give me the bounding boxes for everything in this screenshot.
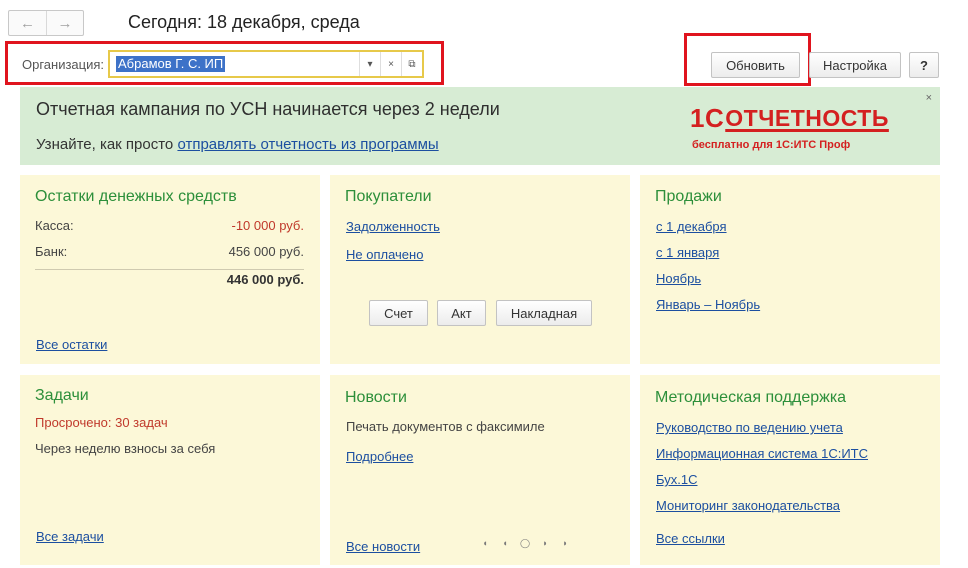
brand-subtitle: бесплатно для 1С:ИТС Проф <box>692 139 851 151</box>
pager-dot-icon[interactable]: ◗ <box>561 538 569 548</box>
support-link-buh[interactable]: Бух.1С <box>656 472 697 487</box>
bank-amount: 456 000 руб. <box>228 244 304 259</box>
panel-title: Остатки денежных средств <box>35 188 237 205</box>
news-item: Печать документов с факсимиле <box>346 419 545 434</box>
panel-support: Методическая поддержка Руководство по ве… <box>640 375 940 565</box>
brand-1c-mark: 1С <box>690 103 725 133</box>
banner-text-prefix: Узнайте, как просто <box>36 136 178 153</box>
pager-dot-current-icon[interactable]: ◯ <box>520 538 530 548</box>
debt-link[interactable]: Задолженность <box>346 219 440 234</box>
sales-link-nov[interactable]: Ноябрь <box>656 271 701 286</box>
all-links-link[interactable]: Все ссылки <box>656 531 725 546</box>
cash-label: Касса: <box>35 218 74 233</box>
organization-value: Абрамов Г. С. ИП <box>116 56 226 72</box>
sales-link-dec[interactable]: с 1 декабря <box>656 219 727 234</box>
organization-input[interactable]: Абрамов Г. С. ИП <box>110 52 359 76</box>
invoice-button[interactable]: Счет <box>369 300 428 326</box>
brand-logo-mark: 1С ОТЧЕТНОСТЬ <box>690 103 890 134</box>
panel-cash-balances: Остатки денежных средств Касса: -10 000 … <box>20 175 320 364</box>
panel-buyers: Покупатели Задолженность Не оплачено Сче… <box>330 175 630 364</box>
open-form-icon: ⧉ <box>408 58 416 70</box>
organization-clear-button[interactable]: × <box>380 52 401 76</box>
panel-tasks: Задачи Просрочено: 30 задач Через неделю… <box>20 375 320 565</box>
support-link-monitoring[interactable]: Мониторинг законодательства <box>656 498 840 513</box>
history-nav: ← → <box>8 10 84 36</box>
sales-link-jan[interactable]: с 1 января <box>656 245 719 260</box>
banner-text: Узнайте, как просто отправлять отчетност… <box>36 136 439 153</box>
support-link-its[interactable]: Информационная система 1С:ИТС <box>656 446 868 461</box>
promo-banner: Отчетная кампания по УСН начинается чере… <box>20 87 940 165</box>
refresh-button[interactable]: Обновить <box>711 52 800 78</box>
overdue-tasks[interactable]: Просрочено: 30 задач <box>35 415 168 430</box>
organization-label: Организация: <box>22 57 105 72</box>
forward-button[interactable]: → <box>46 11 83 35</box>
act-button[interactable]: Акт <box>437 300 486 326</box>
organization-field[interactable]: Абрамов Г. С. ИП ▾ × ⧉ <box>108 50 424 78</box>
news-more-link[interactable]: Подробнее <box>346 449 413 464</box>
sales-link-jan-nov[interactable]: Январь – Ноябрь <box>656 297 760 312</box>
all-tasks-link[interactable]: Все задачи <box>36 529 104 544</box>
news-pager: ◖ ◖ ◯ ◗ ◗ <box>481 538 569 549</box>
pager-dot-icon[interactable]: ◖ <box>481 538 489 548</box>
panel-title: Новости <box>345 389 407 406</box>
clear-icon: × <box>388 58 394 70</box>
panel-news: Новости Печать документов с факсимиле По… <box>330 375 630 565</box>
all-balances-link[interactable]: Все остатки <box>36 337 107 352</box>
close-icon: × <box>925 92 932 104</box>
arrow-right-icon: → <box>57 14 73 32</box>
close-banner-button[interactable]: × <box>926 92 932 104</box>
total-amount: 446 000 руб. <box>226 272 304 287</box>
pager-dot-icon[interactable]: ◖ <box>501 538 509 548</box>
task-item[interactable]: Через неделю взносы за себя <box>35 441 215 456</box>
brand-word: ОТЧЕТНОСТЬ <box>725 105 889 131</box>
brand-logo[interactable]: 1С ОТЧЕТНОСТЬ бесплатно для 1С:ИТС Проф <box>690 103 890 151</box>
arrow-left-icon: ← <box>20 14 35 32</box>
organization-dropdown-button[interactable]: ▾ <box>359 52 380 76</box>
organization-open-button[interactable]: ⧉ <box>401 52 422 76</box>
panel-title: Покупатели <box>345 188 432 205</box>
banner-link[interactable]: отправлять отчетность из программы <box>177 136 438 153</box>
total-divider <box>35 269 304 270</box>
page-title: Сегодня: 18 декабря, среда <box>128 12 360 32</box>
support-link-guide[interactable]: Руководство по ведению учета <box>656 420 843 435</box>
help-button[interactable]: ? <box>909 52 939 78</box>
banner-title: Отчетная кампания по УСН начинается чере… <box>36 99 500 119</box>
panel-title: Задачи <box>35 387 89 404</box>
panel-title: Продажи <box>655 188 722 205</box>
panel-sales: Продажи с 1 декабря с 1 января Ноябрь Ян… <box>640 175 940 364</box>
all-news-link[interactable]: Все новости <box>346 539 420 554</box>
cash-amount: -10 000 руб. <box>231 218 305 233</box>
bank-label: Банк: <box>35 244 68 259</box>
chevron-down-icon: ▾ <box>367 58 373 70</box>
waybill-button[interactable]: Накладная <box>496 300 592 326</box>
settings-button[interactable]: Настройка <box>809 52 901 78</box>
pager-dot-icon[interactable]: ◗ <box>541 538 549 548</box>
panel-title: Методическая поддержка <box>655 389 847 406</box>
back-button[interactable]: ← <box>9 11 46 35</box>
unpaid-link[interactable]: Не оплачено <box>346 247 423 262</box>
